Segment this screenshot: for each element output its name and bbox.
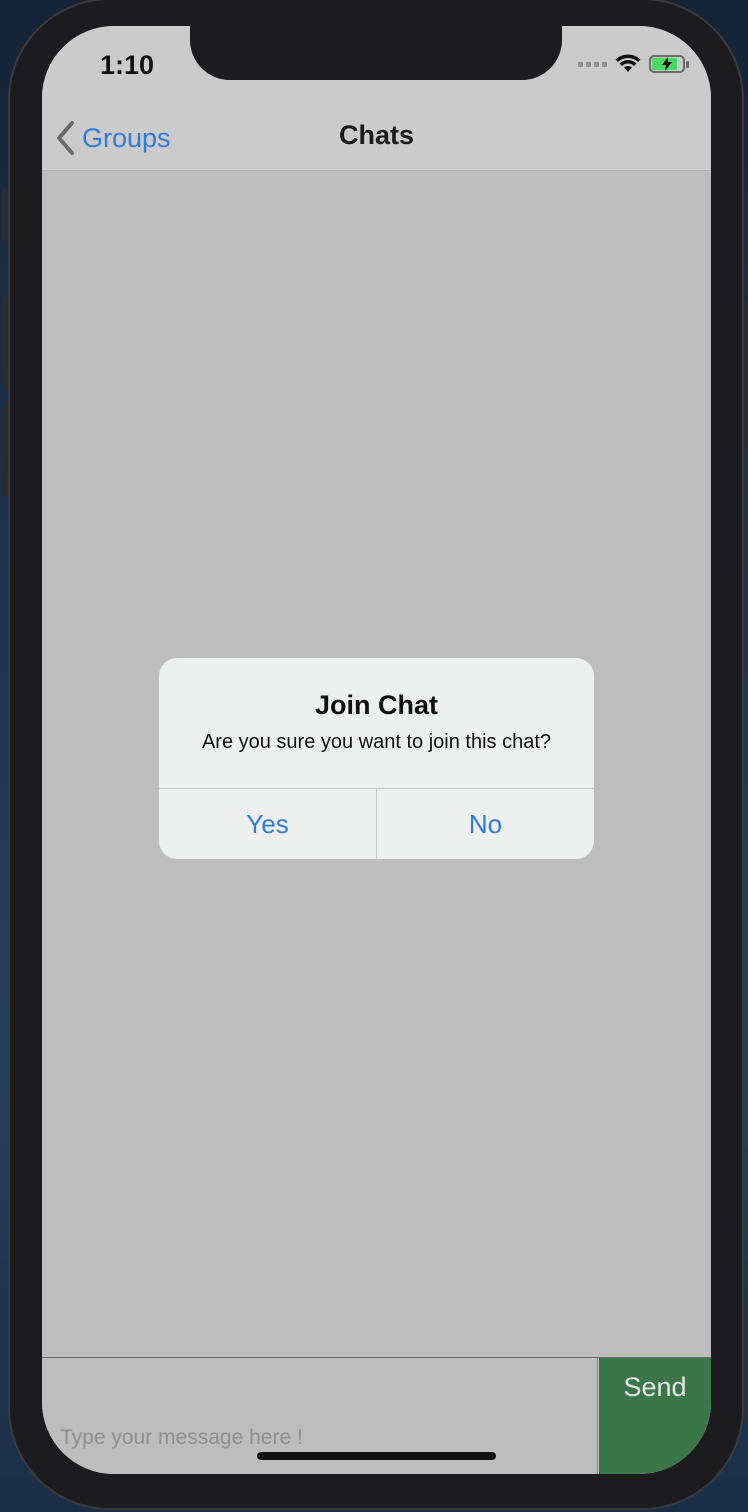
alert-yes-button[interactable]: Yes [159, 789, 376, 859]
volume-up-button [2, 295, 8, 387]
status-bar: 1:10 [42, 26, 711, 106]
volume-down-button [2, 405, 8, 497]
alert-message: Are you sure you want to join this chat? [201, 731, 552, 753]
home-indicator[interactable] [257, 1452, 496, 1460]
mute-switch [2, 190, 8, 242]
battery-charging-icon [649, 55, 689, 73]
send-button[interactable]: Send [599, 1358, 711, 1474]
cellular-signal-icon [578, 61, 607, 67]
status-icons [578, 54, 689, 74]
device-notch [190, 26, 562, 80]
join-chat-alert: Join Chat Are you sure you want to join … [159, 658, 594, 859]
power-button [744, 300, 748, 450]
wifi-icon [615, 54, 641, 72]
page-title: Chats [338, 120, 414, 150]
alert-no-button[interactable]: No [377, 789, 594, 859]
app-screen: 1:10 Groups Chats Join Chat Are you sure… [42, 26, 711, 1474]
status-time: 1:10 [100, 50, 155, 80]
alert-title: Join Chat [314, 690, 438, 720]
navigation-bar: Groups Chats [42, 106, 711, 171]
